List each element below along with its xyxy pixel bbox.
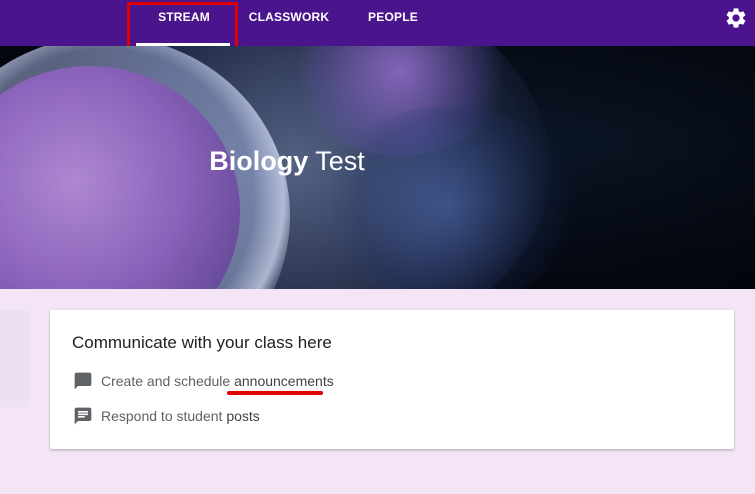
card-row-posts: Respond to student posts [72,405,260,427]
communicate-card: Communicate with your class here Create … [50,310,734,449]
tab-people-label: PEOPLE [368,10,418,24]
class-title-bold: Biology [209,146,309,176]
gear-icon[interactable] [724,6,748,30]
tab-stream-label: STREAM [158,10,210,24]
comment-icon [74,372,92,390]
sidebar-panel [0,310,29,407]
class-banner: Biology Test [0,46,755,289]
tab-stream[interactable]: STREAM [136,0,232,46]
row-text-plain: Respond to student [101,408,227,424]
card-row-text: Create and schedule announcements [101,373,334,389]
class-title-rest: Test [308,146,365,176]
card-row-text: Respond to student posts [101,408,260,424]
card-title: Communicate with your class here [72,333,332,352]
chat-bubble-icon [74,407,92,425]
row-text-plain: Create and schedule [101,373,235,389]
top-nav-bar: STREAM CLASSWORK PEOPLE [0,0,755,46]
class-title: Biology Test [0,146,574,177]
row-text-announcements: announcements [234,373,334,389]
tab-classwork-label: CLASSWORK [248,10,330,24]
tab-people[interactable]: PEOPLE [358,0,428,46]
row-text-posts: posts [226,408,260,424]
tab-classwork[interactable]: CLASSWORK [240,0,338,46]
card-row-announcements: Create and schedule announcements [72,370,334,392]
underline-annotation [227,391,323,395]
